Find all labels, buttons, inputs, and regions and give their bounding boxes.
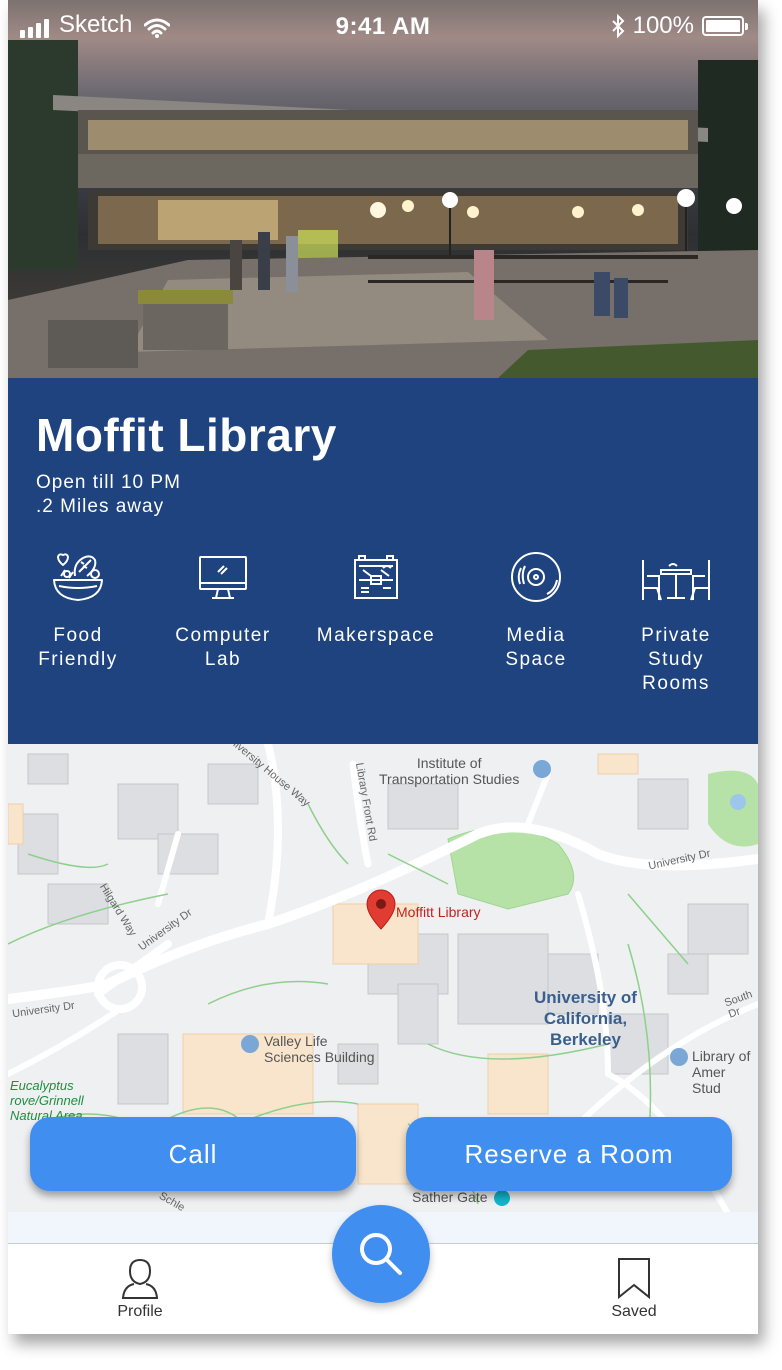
search-icon: [360, 1233, 402, 1275]
amenity-label: Computer Lab: [175, 625, 271, 670]
tab-profile[interactable]: Profile: [108, 1256, 172, 1321]
tab-saved[interactable]: Saved: [604, 1256, 664, 1321]
amenity-food-friendly[interactable]: Food Friendly: [28, 550, 128, 672]
map-label-pin: Moffitt Library: [396, 904, 481, 920]
amenity-makerspace[interactable]: Makerspace: [308, 550, 444, 648]
call-button[interactable]: Call: [30, 1117, 356, 1191]
amenity-label: Food Friendly: [38, 625, 118, 670]
amenity-private-study-rooms[interactable]: Private Study Rooms: [626, 550, 726, 696]
reserve-room-button[interactable]: Reserve a Room: [406, 1117, 732, 1191]
map-label-sather-gate: Sather Gate: [412, 1189, 488, 1205]
battery-icon: [702, 16, 748, 36]
map-label-campus: University of California, Berkeley: [534, 988, 637, 1049]
amenity-label: Makerspace: [316, 625, 436, 646]
tab-saved-label: Saved: [611, 1303, 657, 1320]
search-button[interactable]: [332, 1205, 430, 1303]
library-hours: Open till 10 PM: [36, 472, 181, 493]
computer-monitor-icon: [199, 556, 247, 599]
bookmark-icon: [618, 1258, 650, 1300]
library-info-panel: Moffit Library Open till 10 PM .2 Miles …: [8, 378, 758, 744]
amenity-label: Media Space: [505, 625, 567, 670]
toolbox-icon: [354, 555, 398, 599]
tab-profile-label: Profile: [117, 1303, 163, 1320]
map-label-institute: Institute of Transportation Studies: [379, 755, 520, 787]
profile-icon: [121, 1258, 159, 1299]
library-name: Moffit Library: [36, 409, 337, 461]
map-label-amer: Library of Amer Stud: [692, 1048, 751, 1096]
amenity-label: Private Study Rooms: [641, 625, 711, 694]
map-label-valley: Valley Life Sciences Building: [264, 1033, 375, 1065]
battery-percent: 100%: [632, 12, 694, 39]
study-table-icon: [642, 560, 710, 601]
food-bowl-icon: [53, 553, 103, 601]
phone-screen: Sketch 9:41 AM 100% Moffit Library Open …: [8, 0, 758, 1334]
library-hero-photo: [8, 0, 758, 378]
status-bar: Sketch 9:41 AM 100%: [8, 0, 758, 54]
status-right: 100%: [611, 12, 748, 40]
amenity-computer-lab[interactable]: Computer Lab: [168, 550, 278, 672]
bluetooth-icon: [611, 14, 625, 38]
disc-icon: [511, 552, 561, 602]
amenity-media-space[interactable]: Media Space: [486, 550, 586, 672]
library-distance: .2 Miles away: [36, 496, 165, 517]
